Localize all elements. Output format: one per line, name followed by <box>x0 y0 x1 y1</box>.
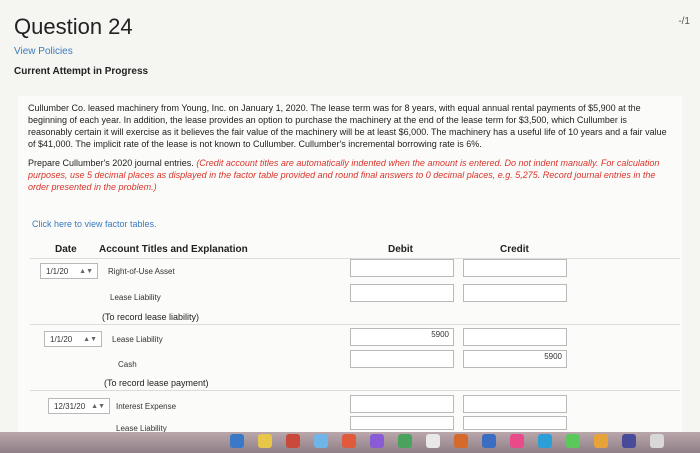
factor-tables-link[interactable]: Click here to view factor tables. <box>32 219 157 229</box>
debit-header: Debit <box>388 244 413 255</box>
entry-memo: (To record lease liability) <box>102 312 200 322</box>
dock-app-icon[interactable] <box>230 434 244 448</box>
debit-input[interactable] <box>350 350 454 368</box>
dock-app-icon[interactable] <box>286 434 300 448</box>
question-title: Question 24 <box>14 14 133 39</box>
stepper-icon: ▲▼ <box>79 268 93 275</box>
page: Question 24 -/1 View Policies Current At… <box>0 0 700 453</box>
date-value: 12/31/20 <box>54 402 86 411</box>
credit-input[interactable] <box>463 259 567 277</box>
dock-app-icon[interactable] <box>426 434 440 448</box>
stepper-icon: ▲▼ <box>91 403 105 410</box>
debit-input[interactable] <box>350 395 454 413</box>
dock-app-icon[interactable] <box>594 434 608 448</box>
date-value: 1/1/20 <box>46 267 69 276</box>
account-field[interactable]: Lease Liability <box>110 293 161 302</box>
debit-input[interactable] <box>350 284 454 302</box>
account-field[interactable]: Lease Liability <box>112 335 163 344</box>
debit-input[interactable] <box>350 416 454 430</box>
stepper-icon: ▲▼ <box>83 336 97 343</box>
problem-text: Cullumber Co. leased machinery from Youn… <box>28 103 667 149</box>
attempt-status: Current Attempt in Progress <box>14 66 149 77</box>
debit-input[interactable]: 5900 <box>350 328 454 346</box>
dock-app-icon[interactable] <box>650 434 664 448</box>
view-policies-link[interactable]: View Policies <box>14 46 73 57</box>
score: -/1 <box>678 16 690 27</box>
dock-app-icon[interactable] <box>398 434 412 448</box>
dock-app-icon[interactable] <box>510 434 524 448</box>
credit-input[interactable] <box>463 416 567 430</box>
entry-memo: (To record lease payment) <box>104 378 209 388</box>
dock-app-icon[interactable] <box>314 434 328 448</box>
instructions-plain: Prepare Cullumber's 2020 journal entries… <box>28 158 197 168</box>
dock-app-icon[interactable] <box>622 434 636 448</box>
date-value: 1/1/20 <box>50 335 73 344</box>
date-header: Date <box>55 244 77 255</box>
debit-input[interactable] <box>350 259 454 277</box>
credit-input[interactable] <box>463 395 567 413</box>
dock-app-icon[interactable] <box>258 434 272 448</box>
instructions: Prepare Cullumber's 2020 journal entries… <box>28 157 678 193</box>
credit-input[interactable] <box>463 328 567 346</box>
account-header: Account Titles and Explanation <box>99 244 248 255</box>
credit-header: Credit <box>500 244 529 255</box>
date-select[interactable]: 1/1/20 ▲▼ <box>44 331 102 347</box>
entry-divider <box>30 324 680 325</box>
dock-app-icon[interactable] <box>454 434 468 448</box>
account-field[interactable]: Interest Expense <box>116 402 176 411</box>
dock-app-icon[interactable] <box>538 434 552 448</box>
dock-app-icon[interactable] <box>482 434 496 448</box>
entry-divider <box>30 390 680 391</box>
credit-input[interactable] <box>463 284 567 302</box>
account-field[interactable]: Right-of-Use Asset <box>108 267 175 276</box>
date-select[interactable]: 12/31/20 ▲▼ <box>48 398 110 414</box>
dock-app-icon[interactable] <box>342 434 356 448</box>
account-field[interactable]: Cash <box>118 360 137 369</box>
dock-app-icon[interactable] <box>370 434 384 448</box>
dock-app-icon[interactable] <box>566 434 580 448</box>
credit-input[interactable]: 5900 <box>463 350 567 368</box>
date-select[interactable]: 1/1/20 ▲▼ <box>40 263 98 279</box>
